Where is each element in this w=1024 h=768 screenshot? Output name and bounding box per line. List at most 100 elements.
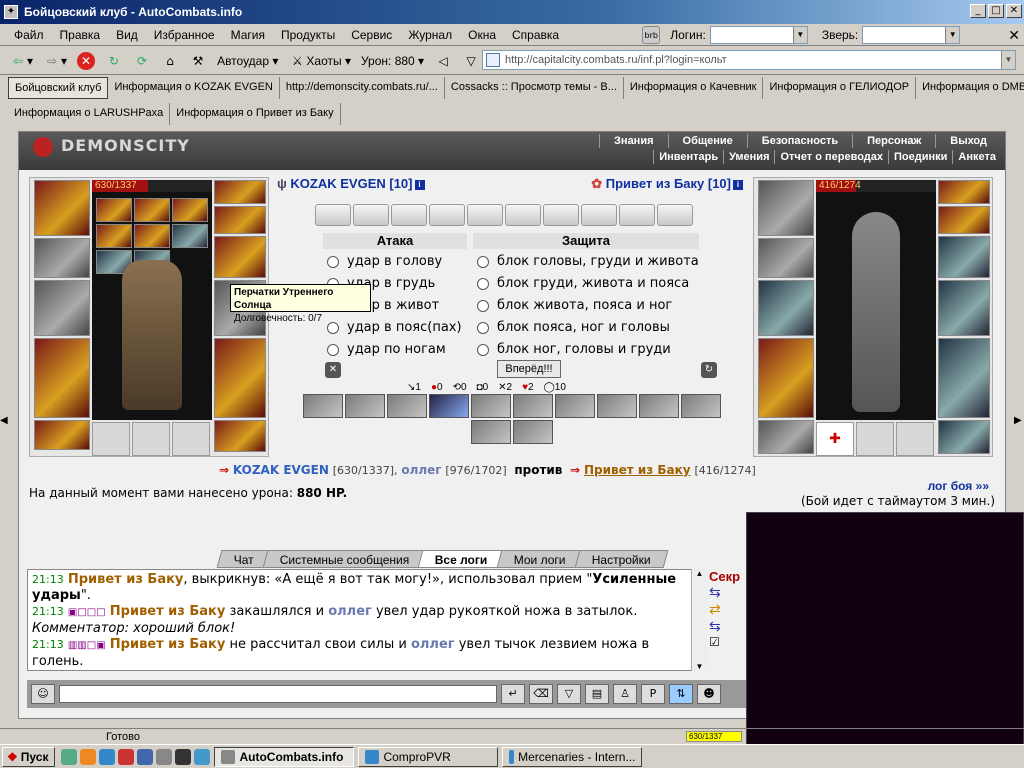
back-button[interactable]: ⇦ ▾ xyxy=(6,50,36,72)
defense-option-4[interactable]: блок пояса, ног и головы xyxy=(477,320,670,335)
skill-slot[interactable] xyxy=(387,394,427,418)
address-bar[interactable]: http://capitalcity.combats.ru/inf.pl?log… xyxy=(482,50,1016,70)
menu-journal[interactable]: Журнал xyxy=(400,28,460,42)
scroll-slot[interactable] xyxy=(353,204,389,226)
armor-slot[interactable] xyxy=(34,338,90,418)
skill-slot[interactable] xyxy=(345,394,385,418)
scroll-lock-icon[interactable]: ⇅ xyxy=(669,684,693,704)
opp-earring-slot[interactable] xyxy=(938,180,990,204)
private-icon[interactable]: P xyxy=(641,684,665,704)
empty-slot-1[interactable] xyxy=(92,422,130,456)
filter-icon[interactable]: ▽ xyxy=(557,684,581,704)
tab-info-dmb[interactable]: Информация о DMB xyxy=(916,77,1024,99)
player2-name[interactable]: ✿ Привет из Баку [10] i xyxy=(591,176,743,192)
opp-helmet-slot[interactable] xyxy=(758,180,814,236)
opp-shield-slot[interactable] xyxy=(938,280,990,336)
menu-file[interactable]: Файл xyxy=(6,28,52,42)
skill-slot[interactable] xyxy=(513,394,553,418)
tab-fight-club[interactable]: Бойцовский клуб xyxy=(8,77,109,99)
radio-button[interactable] xyxy=(327,321,339,334)
nav-security[interactable]: Безопасность xyxy=(746,134,852,148)
rune-slot-1[interactable] xyxy=(96,198,132,222)
reset-icon[interactable]: ✕ xyxy=(325,362,341,378)
menu-view[interactable]: Вид xyxy=(108,28,146,42)
scroll-slot[interactable] xyxy=(315,204,351,226)
radio-button[interactable] xyxy=(327,343,339,356)
radio-button[interactable] xyxy=(477,343,489,356)
refresh-fight-icon[interactable]: ↻ xyxy=(701,362,717,378)
defense-option-2[interactable]: блок груди, живота и пояса xyxy=(477,276,689,291)
tab-info-kozak[interactable]: Информация о KOZAK EVGEN xyxy=(108,77,280,99)
task-mercenaries[interactable]: Mercenaries - Intern... xyxy=(502,746,643,767)
right-edge-arrow-icon[interactable]: ▶ xyxy=(1014,415,1024,441)
radio-button[interactable] xyxy=(477,255,489,268)
tab-demonscity[interactable]: http://demonscity.combats.ru/... xyxy=(280,77,445,99)
menu-magic[interactable]: Магия xyxy=(223,28,273,42)
legs-slot[interactable] xyxy=(214,338,266,418)
skill-slot[interactable] xyxy=(555,394,595,418)
start-button[interactable]: ❖ Пуск xyxy=(2,746,56,767)
helmet-slot[interactable] xyxy=(34,180,90,236)
scroll-slot[interactable] xyxy=(543,204,579,226)
empty-slot-2[interactable] xyxy=(132,422,170,456)
smiley-icon[interactable]: ☺ xyxy=(31,684,55,704)
nav-profile[interactable]: Анкета xyxy=(952,150,1001,164)
skill-slot[interactable] xyxy=(471,394,511,418)
maximize-button[interactable]: □ xyxy=(988,4,1004,18)
opp-boots-slot[interactable] xyxy=(938,420,990,454)
rune-slot-2[interactable] xyxy=(134,198,170,222)
amulet-slot[interactable] xyxy=(214,206,266,234)
versus-player1[interactable]: KOZAK EVGEN xyxy=(233,463,329,477)
ql-icon[interactable] xyxy=(99,748,116,765)
opp-weapon-slot[interactable] xyxy=(758,280,814,336)
sound-button[interactable]: ◁ xyxy=(431,50,455,72)
skill-slot[interactable] xyxy=(471,420,511,444)
ql-icon[interactable] xyxy=(156,748,173,765)
tab-info-kachevnik[interactable]: Информация о Качевник xyxy=(624,77,764,99)
opp-belt-slot[interactable] xyxy=(758,420,814,454)
close-x-icon[interactable]: ✕ xyxy=(1008,27,1020,44)
nav-social[interactable]: Общение xyxy=(667,134,747,148)
player1-name[interactable]: ψ KOZAK EVGEN [10] i xyxy=(277,176,425,191)
radio-button[interactable] xyxy=(477,277,489,290)
radio-button[interactable] xyxy=(327,255,339,268)
chat-scrollbar[interactable]: ▲ ▼ xyxy=(691,569,707,671)
opp-legs-slot[interactable] xyxy=(938,338,990,418)
opp-medkit-slot[interactable]: ✚ xyxy=(816,422,854,456)
menu-edit[interactable]: Правка xyxy=(52,28,109,42)
opp-empty-slot-2[interactable] xyxy=(856,422,894,456)
skill-slot[interactable] xyxy=(513,420,553,444)
left-edge-arrow-icon[interactable]: ◀ xyxy=(0,415,10,441)
menu-windows[interactable]: Окна xyxy=(460,28,504,42)
pet-select[interactable]: ▼ xyxy=(862,26,961,44)
defense-option-3[interactable]: блок живота, пояса и ног xyxy=(477,298,672,313)
scroll-slot[interactable] xyxy=(657,204,693,226)
ql-icon[interactable] xyxy=(175,748,192,765)
tab-info-geliodor[interactable]: Информация о ГЕЛИОДОР xyxy=(763,77,917,99)
versus-player2[interactable]: оллег xyxy=(401,463,441,477)
scroll-slot[interactable] xyxy=(429,204,465,226)
versus-player3[interactable]: Привет из Баку xyxy=(584,463,691,477)
smile-icon[interactable]: ☻ xyxy=(697,684,721,704)
send-icon[interactable]: ↵ xyxy=(501,684,525,704)
home-button[interactable]: ⌂ xyxy=(158,50,182,72)
filter-button[interactable]: ▽ xyxy=(459,50,483,72)
tab-cossacks[interactable]: Cossacks :: Просмотр темы - В... xyxy=(445,77,624,99)
rune-slot-4[interactable] xyxy=(96,224,132,248)
opp-armor-slot[interactable] xyxy=(758,338,814,418)
eraser-icon[interactable]: ⌫ xyxy=(529,684,553,704)
weapon-slot[interactable] xyxy=(34,280,90,336)
tab-settings[interactable]: Настройки xyxy=(574,550,668,568)
refresh-all-button[interactable]: ⟳ xyxy=(130,50,154,72)
fight-log-link[interactable]: лог боя »» xyxy=(928,479,989,493)
ql-icon[interactable] xyxy=(80,748,97,765)
skill-slot[interactable] xyxy=(303,394,343,418)
rune-slot-6[interactable] xyxy=(172,224,208,248)
save-icon[interactable]: ▤ xyxy=(585,684,609,704)
radio-button[interactable] xyxy=(477,299,489,312)
nav-exit[interactable]: Выход xyxy=(935,134,1001,148)
close-button[interactable]: ✕ xyxy=(1006,4,1022,18)
defense-option-5[interactable]: блок ног, головы и груди xyxy=(477,342,671,357)
stop-button[interactable]: ✕ xyxy=(74,50,98,72)
ql-icon[interactable] xyxy=(61,748,78,765)
